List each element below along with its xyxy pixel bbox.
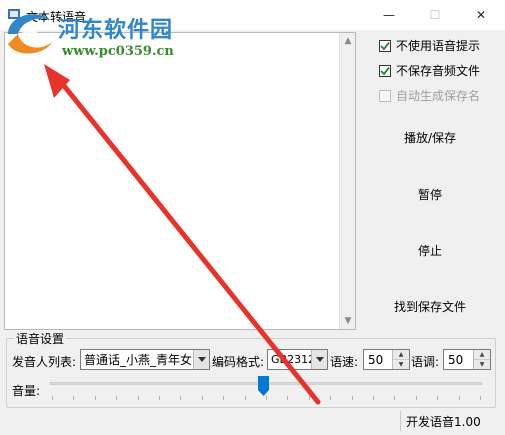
auto-name-checkbox[interactable]: 自动生成保存名 (379, 87, 480, 104)
slider-tick (394, 396, 396, 400)
speed-stepper[interactable]: 50 ▲ ▼ (363, 349, 410, 370)
spin-down-icon[interactable]: ▼ (474, 360, 490, 369)
spin-up-icon[interactable]: ▲ (474, 350, 490, 360)
slider-tick (415, 396, 417, 400)
no-voice-prompt-checkbox[interactable]: 不使用语音提示 (379, 37, 480, 54)
no-save-audio-checkbox[interactable]: 不保存音频文件 (379, 62, 480, 79)
slider-tick (223, 396, 225, 400)
slider-tick (480, 396, 481, 400)
checkmark-icon (380, 41, 390, 50)
maximize-icon: ☐ (429, 8, 441, 22)
watermark-name: 河东软件园 (58, 18, 174, 43)
volume-slider-ticks (52, 396, 482, 400)
vertical-scrollbar[interactable]: ▲ ▼ (339, 33, 355, 329)
watermark-url: www.pc0359.cn (62, 44, 174, 59)
slider-tick (308, 396, 310, 400)
checkbox-label: 不保存音频文件 (396, 64, 481, 78)
slider-tick (437, 396, 439, 400)
pitch-label: 语调: (411, 355, 440, 369)
slider-tick (94, 396, 96, 400)
pitch-value[interactable]: 50 (444, 350, 473, 369)
play-save-button[interactable]: 播放/保存 (380, 129, 480, 146)
chevron-down-icon[interactable] (311, 350, 327, 369)
volume-slider-thumb[interactable] (258, 376, 269, 396)
slider-tick (351, 396, 353, 400)
speaker-value: 普通话_小燕_青年女 (84, 353, 193, 367)
stop-button[interactable]: 停止 (380, 242, 480, 259)
encoding-value: GB2312 (271, 353, 311, 366)
speed-label: 语速: (330, 355, 359, 369)
slider-tick (373, 396, 374, 400)
slider-tick (458, 396, 460, 400)
minimize-icon: — (383, 8, 395, 22)
slider-tick (73, 396, 75, 400)
scroll-down-icon[interactable]: ▼ (340, 313, 356, 329)
encoding-select[interactable]: GB2312 (267, 349, 328, 370)
find-saved-file-button[interactable]: 找到保存文件 (380, 298, 480, 315)
text-input-area[interactable]: ▲ ▼ (4, 32, 356, 330)
voice-settings-legend: 语音设置 (14, 330, 67, 347)
speed-value[interactable]: 50 (364, 350, 392, 369)
speaker-label: 发音人列表: (12, 355, 77, 369)
slider-tick (116, 396, 118, 400)
checkbox-box[interactable] (379, 64, 391, 77)
checkbox-label: 不使用语音提示 (396, 39, 481, 53)
speaker-select[interactable]: 普通话_小燕_青年女 (80, 349, 210, 370)
encoding-label: 编码格式: (212, 355, 265, 369)
chevron-down-icon[interactable] (193, 350, 209, 369)
status-divider (400, 411, 401, 431)
slider-tick (244, 396, 246, 400)
pause-button[interactable]: 暂停 (380, 186, 480, 203)
close-button[interactable]: ✕ (458, 0, 504, 30)
watermark: 河东软件园 www.pc0359.cn (0, 0, 205, 75)
slider-tick (180, 396, 182, 400)
checkmark-icon (380, 66, 390, 75)
watermark-logo-icon (8, 14, 52, 54)
main-window: 文本转语音 — ☐ ✕ ▲ ▼ 不使用语音提示 不保存音频文件 自动生成保存名 … (0, 0, 505, 435)
slider-tick (159, 396, 160, 400)
close-icon: ✕ (475, 8, 487, 22)
slider-tick (201, 396, 203, 400)
slider-tick (137, 396, 139, 400)
checkbox-box[interactable] (379, 89, 391, 102)
slider-tick (287, 396, 289, 400)
checkbox-label: 自动生成保存名 (396, 89, 481, 103)
pitch-stepper[interactable]: 50 ▲ ▼ (443, 349, 491, 370)
minimize-button[interactable]: — (366, 0, 412, 30)
spin-up-icon[interactable]: ▲ (393, 350, 409, 360)
scroll-up-icon[interactable]: ▲ (340, 33, 356, 49)
slider-tick (52, 396, 53, 400)
slider-tick (266, 396, 267, 400)
volume-label: 音量: (12, 384, 41, 398)
status-text: 开发语音1.00 (406, 415, 481, 429)
maximize-button[interactable]: ☐ (412, 0, 458, 30)
spin-down-icon[interactable]: ▼ (393, 360, 409, 369)
checkbox-box[interactable] (379, 39, 391, 52)
slider-tick (330, 396, 332, 400)
